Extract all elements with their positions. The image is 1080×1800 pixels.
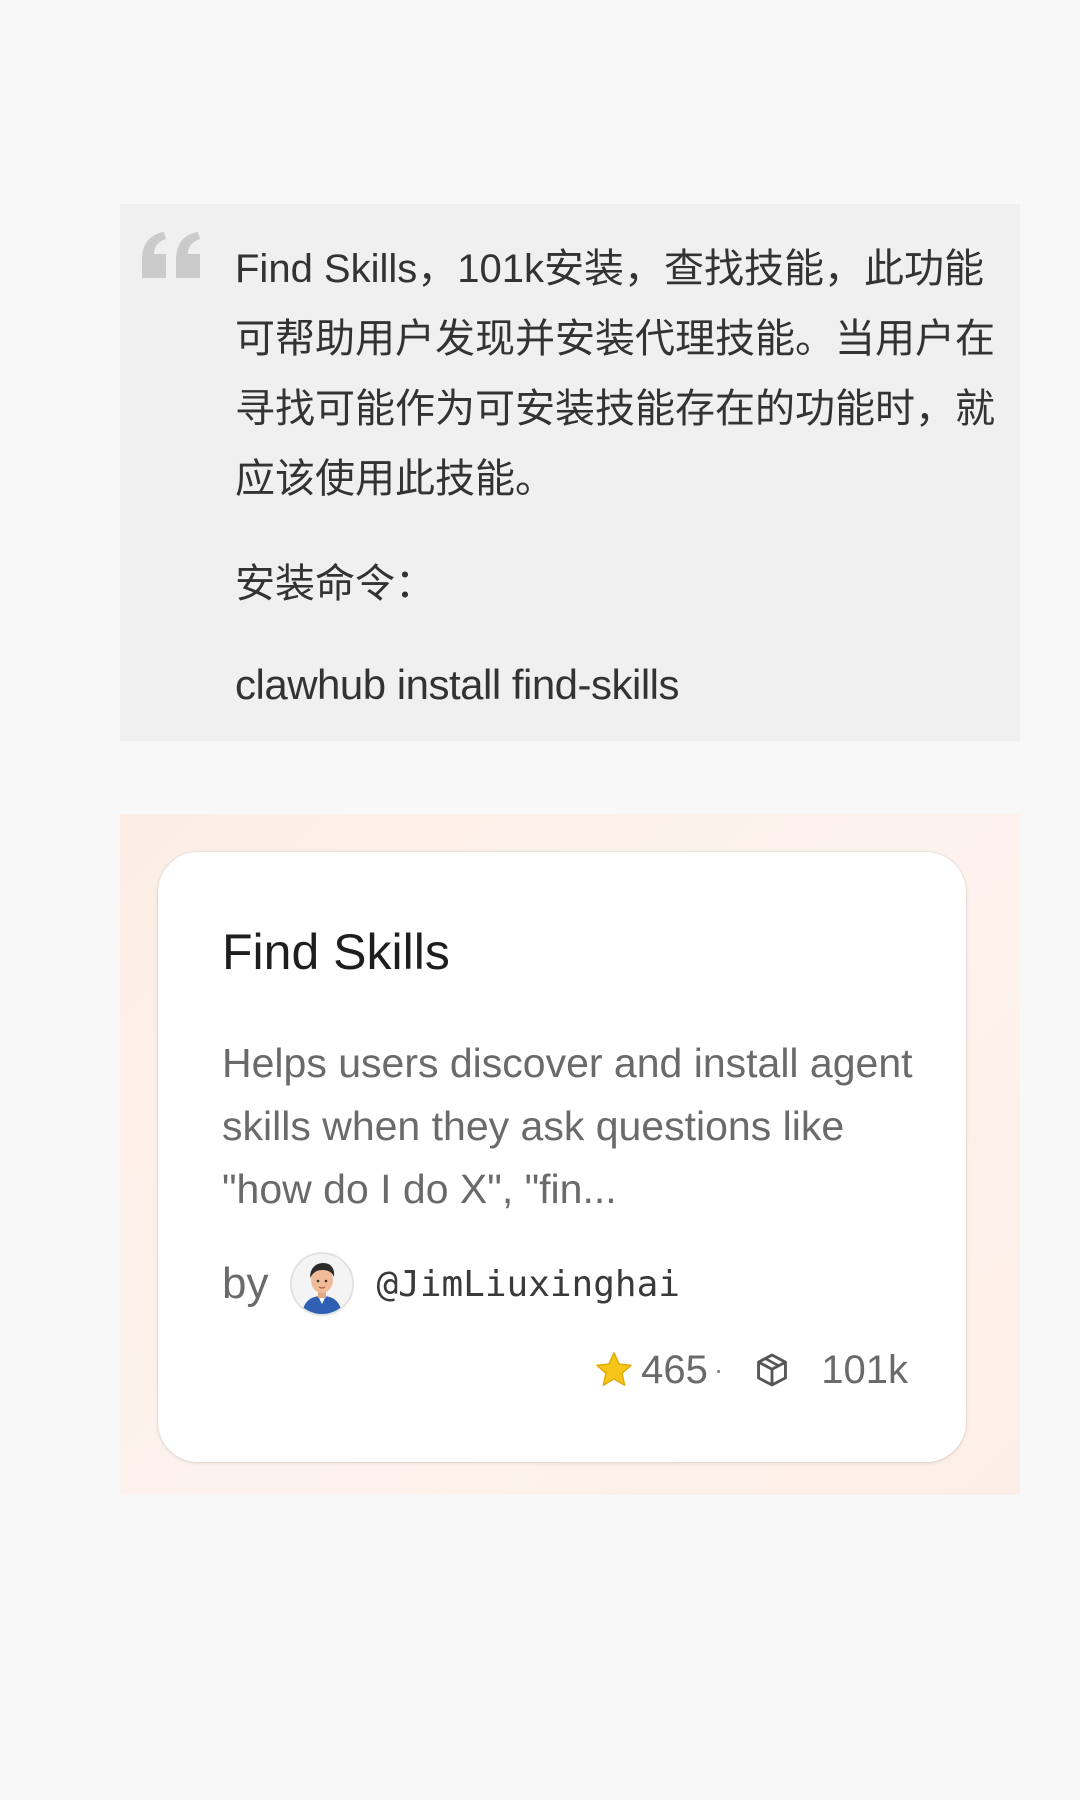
quote-block: Find Skills，101k安装，查找技能，此功能可帮助用户发现并安装代理技… (120, 204, 1020, 741)
star-icon (596, 1352, 633, 1386)
card-title: Find Skills (222, 924, 450, 980)
author-handle[interactable]: @JimLiuxinghai (376, 1264, 679, 1305)
skill-card-preview: Find Skills Helps users discover and ins… (120, 814, 1020, 1495)
package-icon (757, 1353, 788, 1387)
stats-row: 465 · 101k (593, 1340, 908, 1400)
installs-count: 101k (821, 1347, 908, 1392)
author-row: by @JimLiuxinghai (222, 1252, 680, 1316)
install-command: clawhub install find-skills (235, 661, 680, 708)
avatar-memoji-icon (292, 1254, 353, 1314)
stats-separator: · (713, 1354, 724, 1385)
stars-count: 465 (641, 1347, 708, 1392)
by-label: by (222, 1259, 269, 1308)
install-label: 安装命令： (235, 562, 435, 606)
avatar[interactable] (290, 1252, 355, 1316)
card-description: Helps users discover and install agent s… (222, 1040, 913, 1212)
skill-card[interactable]: Find Skills Helps users discover and ins… (158, 852, 966, 1462)
quote-text: Find Skills，101k安装，查找技能，此功能可帮助用户发现并安装代理技… (235, 247, 995, 501)
quote-mark-icon (142, 232, 200, 278)
